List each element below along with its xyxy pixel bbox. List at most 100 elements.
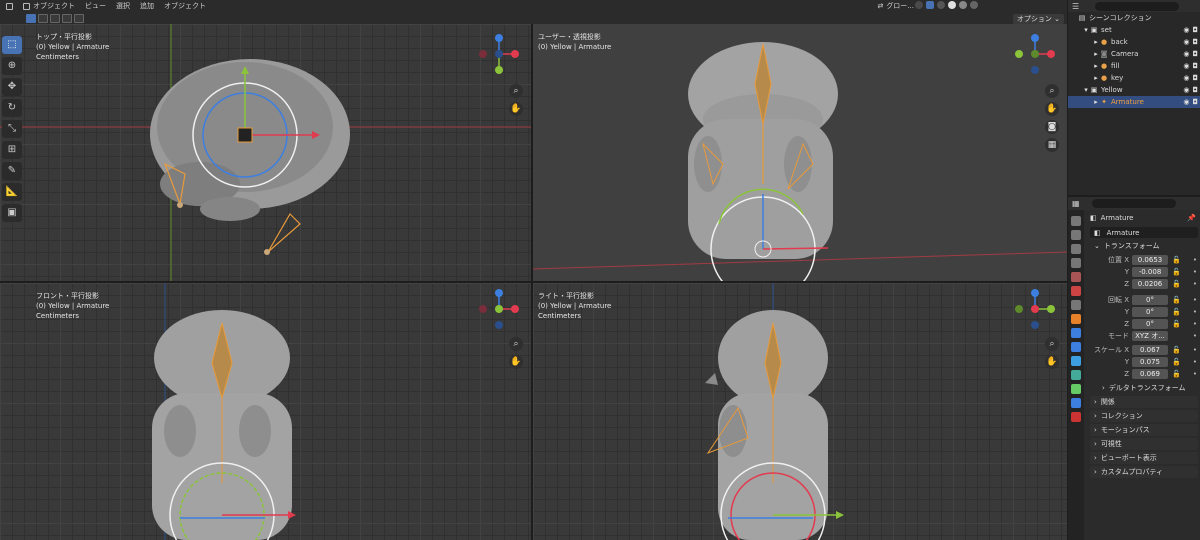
scale-z-field[interactable]: 0.069 — [1132, 369, 1168, 379]
outliner-editor-icon[interactable]: ☰ — [1072, 2, 1079, 11]
outliner-row[interactable]: ▸ ◙ Camera ◉ ◘ — [1068, 48, 1200, 60]
panel-section-header[interactable]: › モーションパス — [1090, 424, 1198, 436]
object-name-field[interactable]: ◧ Armature — [1090, 227, 1198, 238]
menu-view[interactable]: ビュー — [82, 1, 109, 11]
properties-search-input[interactable] — [1091, 199, 1176, 208]
panel-section-header[interactable]: › 可視性 — [1090, 438, 1198, 450]
select-subtract-icon[interactable] — [50, 13, 60, 23]
viewport-right[interactable]: ライト・平行投影 (0) Yellow | Armature Centimete… — [533, 283, 1067, 540]
visibility-eye-icon[interactable]: ◉ — [1183, 26, 1189, 34]
render-camera-icon[interactable]: ◘ — [1192, 98, 1198, 106]
properties-editor-icon[interactable]: ▦ — [1072, 199, 1080, 208]
keyframe-dot-icon[interactable]: • — [1193, 280, 1197, 288]
options-button[interactable]: オプション ⌄ — [1012, 14, 1064, 24]
visibility-eye-icon[interactable]: ◉ — [1183, 98, 1189, 106]
disclosure-arrow-icon[interactable]: ▾ — [1082, 86, 1090, 94]
navigation-gizmo[interactable] — [477, 32, 521, 76]
lock-icon[interactable]: 🔓 — [1172, 370, 1181, 378]
outliner-row[interactable]: ▸ ● key ◉ ◘ — [1068, 72, 1200, 84]
annotate-icon[interactable]: ✎ — [2, 162, 22, 180]
keyframe-dot-icon[interactable]: • — [1193, 256, 1197, 264]
render-shading-icon[interactable] — [970, 1, 978, 9]
select-box-icon[interactable]: ⬚ — [2, 36, 22, 54]
measure-icon[interactable]: 📐 — [2, 183, 22, 201]
outliner-row[interactable]: ▸ ● back ◉ ◘ — [1068, 36, 1200, 48]
render-camera-icon[interactable]: ◘ — [1192, 62, 1198, 70]
outliner-row[interactable]: ▸ ● fill ◉ ◘ — [1068, 60, 1200, 72]
outliner-search-input[interactable] — [1095, 1, 1180, 11]
panel-section-header[interactable]: › コレクション — [1090, 410, 1198, 422]
world-tab-icon[interactable] — [1071, 286, 1081, 296]
disclosure-arrow-icon[interactable]: ▸ — [1092, 74, 1100, 82]
location-x-field[interactable]: 0.0653 — [1132, 255, 1168, 265]
add-cube-icon[interactable]: ▣ — [2, 204, 22, 222]
texture-tab-icon[interactable] — [1071, 412, 1081, 422]
pan-hand-icon[interactable]: ✋ — [509, 102, 523, 116]
viewport-user-perspective[interactable]: ユーザー・透視投影 (0) Yellow | Armature ⌕ ✋ ◙ ▦ — [533, 24, 1067, 281]
visibility-eye-icon[interactable]: ◉ — [1183, 74, 1189, 82]
perspective-toggle-icon[interactable]: ▦ — [1045, 138, 1059, 152]
lock-icon[interactable]: 🔓 — [1172, 296, 1181, 304]
disclosure-arrow-icon[interactable]: ▸ — [1092, 62, 1100, 70]
keyframe-dot-icon[interactable]: • — [1193, 308, 1197, 316]
keyframe-dot-icon[interactable]: • — [1193, 268, 1197, 276]
viewport-top[interactable]: トップ・平行投影 (0) Yellow | Armature Centimete… — [0, 24, 531, 281]
disclosure-arrow-icon[interactable]: ▾ — [1082, 26, 1090, 34]
scene-collection-row[interactable]: ▤ シーンコレクション — [1068, 12, 1200, 24]
visibility-eye-icon[interactable]: ◉ — [1183, 50, 1189, 58]
render-camera-icon[interactable]: ◘ — [1192, 86, 1198, 94]
select-invert-icon[interactable] — [62, 13, 72, 23]
render-camera-icon[interactable]: ◘ — [1192, 74, 1198, 82]
keyframe-dot-icon[interactable]: • — [1193, 296, 1197, 304]
select-new-icon[interactable] — [26, 13, 36, 23]
lock-icon[interactable]: 🔓 — [1172, 268, 1181, 276]
menu-object[interactable]: オブジェクト — [161, 1, 209, 11]
output-tab-icon[interactable] — [1071, 244, 1081, 254]
pin-icon[interactable]: 📌 — [1187, 214, 1196, 222]
transform-orientation-dropdown[interactable]: ⇄ グロー... — [874, 1, 917, 11]
transform-icon[interactable]: ⊞ — [2, 141, 22, 159]
select-extend-icon[interactable] — [38, 13, 48, 23]
panel-section-header[interactable]: › デルタトランスフォーム — [1090, 382, 1198, 394]
disclosure-arrow-icon[interactable]: ▸ — [1092, 98, 1100, 106]
render-camera-icon[interactable]: ◘ — [1192, 50, 1198, 58]
navigation-gizmo[interactable] — [477, 287, 521, 331]
rotate-icon[interactable]: ↻ — [2, 99, 22, 117]
overlay-icon[interactable] — [915, 1, 923, 9]
scale-y-field[interactable]: 0.075 — [1132, 357, 1168, 367]
constraints-tab-icon[interactable] — [1071, 370, 1081, 380]
render-camera-icon[interactable]: ◘ — [1192, 38, 1198, 46]
lock-icon[interactable]: 🔓 — [1172, 358, 1181, 366]
wireframe-shading-icon[interactable] — [937, 1, 945, 9]
render-tab-icon[interactable] — [1071, 230, 1081, 240]
menu-object-mode[interactable]: オブジェクト — [20, 1, 78, 11]
lock-icon[interactable]: 🔓 — [1172, 256, 1181, 264]
rotation-x-field[interactable]: 0° — [1132, 295, 1168, 305]
navigation-gizmo[interactable] — [1013, 32, 1057, 76]
keyframe-dot-icon[interactable]: • — [1193, 358, 1197, 366]
lock-icon[interactable]: 🔓 — [1172, 280, 1181, 288]
panel-section-header[interactable]: › カスタムプロパティ — [1090, 466, 1198, 478]
collection-tab-icon[interactable] — [1071, 300, 1081, 310]
material-shading-icon[interactable] — [959, 1, 967, 9]
transform-section-header[interactable]: ⌄ トランスフォーム — [1090, 240, 1198, 252]
select-intersect-icon[interactable] — [74, 13, 84, 23]
bone-tab-icon[interactable] — [1071, 398, 1081, 408]
menu-add[interactable]: 追加 — [137, 1, 157, 11]
lock-icon[interactable]: 🔓 — [1172, 346, 1181, 354]
scale-icon[interactable]: ⤡ — [2, 120, 22, 138]
editor-type-button[interactable] — [3, 2, 16, 10]
pan-hand-icon[interactable]: ✋ — [1045, 355, 1059, 369]
view-layer-tab-icon[interactable] — [1071, 258, 1081, 268]
particles-tab-icon[interactable] — [1071, 342, 1081, 352]
viewport-front[interactable]: フロント・平行投影 (0) Yellow | Armature Centimet… — [0, 283, 531, 540]
zoom-icon[interactable]: ⌕ — [1045, 84, 1059, 98]
visibility-eye-icon[interactable]: ◉ — [1183, 62, 1189, 70]
scale-x-field[interactable]: 0.067 — [1132, 345, 1168, 355]
scene-tab-icon[interactable] — [1071, 272, 1081, 282]
keyframe-dot-icon[interactable]: • — [1193, 346, 1197, 354]
disclosure-arrow-icon[interactable]: ▸ — [1092, 50, 1100, 58]
location-z-field[interactable]: 0.0206 — [1132, 279, 1168, 289]
zoom-icon[interactable]: ⌕ — [1045, 337, 1059, 351]
physics-tab-icon[interactable] — [1071, 356, 1081, 366]
